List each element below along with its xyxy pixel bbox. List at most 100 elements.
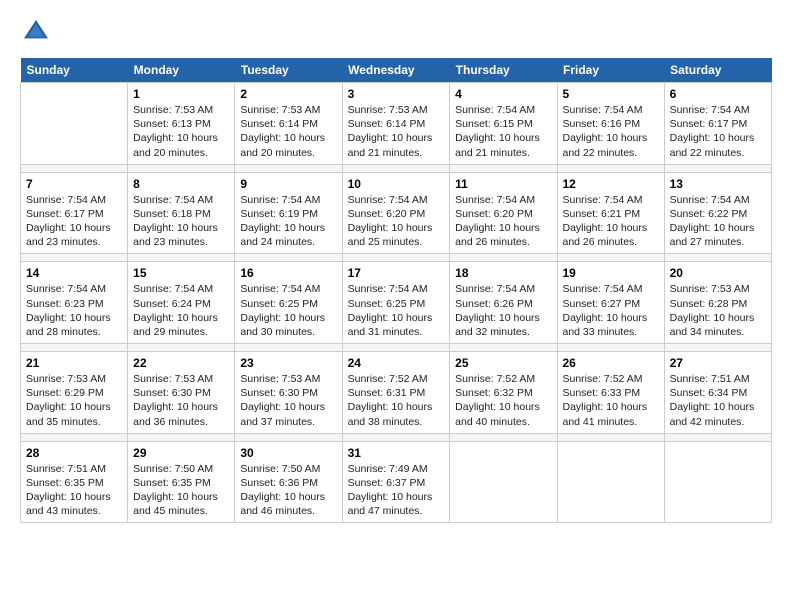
spacer-cell: [342, 344, 450, 352]
day-number: 15: [133, 266, 229, 280]
day-info: Sunrise: 7:54 AMSunset: 6:20 PMDaylight:…: [455, 193, 551, 250]
day-number: 31: [348, 446, 445, 460]
day-number: 19: [563, 266, 659, 280]
day-number: 3: [348, 87, 445, 101]
calendar-cell: 7Sunrise: 7:54 AMSunset: 6:17 PMDaylight…: [21, 172, 128, 254]
calendar-cell: [21, 83, 128, 165]
day-number: 23: [240, 356, 336, 370]
calendar-cell: 9Sunrise: 7:54 AMSunset: 6:19 PMDaylight…: [235, 172, 342, 254]
day-header-wednesday: Wednesday: [342, 58, 450, 83]
spacer-cell: [128, 433, 235, 441]
day-info: Sunrise: 7:54 AMSunset: 6:16 PMDaylight:…: [563, 103, 659, 160]
day-number: 24: [348, 356, 445, 370]
day-header-saturday: Saturday: [664, 58, 771, 83]
day-header-sunday: Sunday: [21, 58, 128, 83]
day-info: Sunrise: 7:54 AMSunset: 6:26 PMDaylight:…: [455, 282, 551, 339]
calendar-cell: 26 Sunrise: 7:52 AMSunset: 6:33 PMDayligh…: [557, 352, 664, 434]
calendar-cell: 19 Sunrise: 7:54 AMSunset: 6:27 PMDayligh…: [557, 262, 664, 344]
spacer-cell: [557, 344, 664, 352]
day-number: 17: [348, 266, 445, 280]
calendar-cell: 31Sunrise: 7:49 AMSunset: 6:37 PMDayligh…: [342, 441, 450, 523]
calendar-cell: 30 Sunrise: 7:50 AMSunset: 6:36 PMDayligh…: [235, 441, 342, 523]
spacer-row: [21, 254, 772, 262]
page-header: [20, 16, 772, 48]
logo: [20, 16, 56, 48]
day-number: 16: [240, 266, 336, 280]
spacer-row: [21, 164, 772, 172]
calendar-cell: 14 Sunrise: 7:54 AMSunset: 6:23 PMDayligh…: [21, 262, 128, 344]
day-number: 20: [670, 266, 766, 280]
day-header-tuesday: Tuesday: [235, 58, 342, 83]
day-info: Sunrise: 7:54 AMSunset: 6:22 PMDaylight:…: [670, 193, 766, 250]
calendar-cell: 18Sunrise: 7:54 AMSunset: 6:26 PMDayligh…: [450, 262, 557, 344]
spacer-cell: [450, 433, 557, 441]
calendar-cell: 23 Sunrise: 7:53 AMSunset: 6:30 PMDayligh…: [235, 352, 342, 434]
calendar-cell: 13 Sunrise: 7:54 AMSunset: 6:22 PMDayligh…: [664, 172, 771, 254]
calendar-cell: 1Sunrise: 7:53 AMSunset: 6:13 PMDaylight…: [128, 83, 235, 165]
logo-icon: [20, 16, 52, 48]
day-info: Sunrise: 7:54 AMSunset: 6:25 PMDaylight:…: [240, 282, 336, 339]
day-number: 28: [26, 446, 122, 460]
spacer-cell: [235, 254, 342, 262]
day-info: Sunrise: 7:54 AMSunset: 6:17 PMDaylight:…: [670, 103, 766, 160]
day-info: Sunrise: 7:54 AMSunset: 6:18 PMDaylight:…: [133, 193, 229, 250]
day-info: Sunrise: 7:50 AMSunset: 6:36 PMDaylight:…: [240, 462, 336, 519]
day-info: Sunrise: 7:54 AMSunset: 6:19 PMDaylight:…: [240, 193, 336, 250]
day-number: 10: [348, 177, 445, 191]
day-number: 7: [26, 177, 122, 191]
day-number: 26: [563, 356, 659, 370]
day-number: 25: [455, 356, 551, 370]
day-number: 29: [133, 446, 229, 460]
header-row: SundayMondayTuesdayWednesdayThursdayFrid…: [21, 58, 772, 83]
calendar-cell: 11 Sunrise: 7:54 AMSunset: 6:20 PMDayligh…: [450, 172, 557, 254]
calendar-cell: 22Sunrise: 7:53 AMSunset: 6:30 PMDayligh…: [128, 352, 235, 434]
day-number: 14: [26, 266, 122, 280]
day-info: Sunrise: 7:51 AMSunset: 6:35 PMDaylight:…: [26, 462, 122, 519]
day-info: Sunrise: 7:54 AMSunset: 6:24 PMDaylight:…: [133, 282, 229, 339]
day-number: 11: [455, 177, 551, 191]
day-number: 13: [670, 177, 766, 191]
spacer-cell: [450, 164, 557, 172]
calendar-cell: 10Sunrise: 7:54 AMSunset: 6:20 PMDayligh…: [342, 172, 450, 254]
day-header-friday: Friday: [557, 58, 664, 83]
spacer-cell: [128, 164, 235, 172]
day-number: 21: [26, 356, 122, 370]
day-info: Sunrise: 7:54 AMSunset: 6:27 PMDaylight:…: [563, 282, 659, 339]
day-header-monday: Monday: [128, 58, 235, 83]
day-info: Sunrise: 7:53 AMSunset: 6:14 PMDaylight:…: [240, 103, 336, 160]
week-row-5: 28 Sunrise: 7:51 AMSunset: 6:35 PMDayligh…: [21, 441, 772, 523]
day-info: Sunrise: 7:54 AMSunset: 6:23 PMDaylight:…: [26, 282, 122, 339]
day-info: Sunrise: 7:52 AMSunset: 6:33 PMDaylight:…: [563, 372, 659, 429]
spacer-cell: [21, 344, 128, 352]
day-number: 2: [240, 87, 336, 101]
calendar-cell: 16 Sunrise: 7:54 AMSunset: 6:25 PMDayligh…: [235, 262, 342, 344]
spacer-cell: [342, 164, 450, 172]
calendar-cell: 4Sunrise: 7:54 AMSunset: 6:15 PMDaylight…: [450, 83, 557, 165]
day-info: Sunrise: 7:53 AMSunset: 6:30 PMDaylight:…: [240, 372, 336, 429]
day-number: 30: [240, 446, 336, 460]
day-number: 12: [563, 177, 659, 191]
spacer-cell: [235, 433, 342, 441]
calendar-table: SundayMondayTuesdayWednesdayThursdayFrid…: [20, 58, 772, 523]
calendar-cell: 6Sunrise: 7:54 AMSunset: 6:17 PMDaylight…: [664, 83, 771, 165]
week-row-3: 14 Sunrise: 7:54 AMSunset: 6:23 PMDayligh…: [21, 262, 772, 344]
spacer-cell: [557, 254, 664, 262]
calendar-cell: 20Sunrise: 7:53 AMSunset: 6:28 PMDayligh…: [664, 262, 771, 344]
day-info: Sunrise: 7:54 AMSunset: 6:15 PMDaylight:…: [455, 103, 551, 160]
day-header-thursday: Thursday: [450, 58, 557, 83]
spacer-cell: [664, 433, 771, 441]
spacer-cell: [128, 344, 235, 352]
spacer-cell: [235, 344, 342, 352]
calendar-cell: 15 Sunrise: 7:54 AMSunset: 6:24 PMDayligh…: [128, 262, 235, 344]
spacer-cell: [664, 344, 771, 352]
calendar-cell: [664, 441, 771, 523]
calendar-cell: 8Sunrise: 7:54 AMSunset: 6:18 PMDaylight…: [128, 172, 235, 254]
calendar-cell: 24Sunrise: 7:52 AMSunset: 6:31 PMDayligh…: [342, 352, 450, 434]
day-number: 27: [670, 356, 766, 370]
day-info: Sunrise: 7:53 AMSunset: 6:29 PMDaylight:…: [26, 372, 122, 429]
week-row-1: 1Sunrise: 7:53 AMSunset: 6:13 PMDaylight…: [21, 83, 772, 165]
spacer-cell: [342, 254, 450, 262]
spacer-cell: [557, 164, 664, 172]
calendar-cell: 17Sunrise: 7:54 AMSunset: 6:25 PMDayligh…: [342, 262, 450, 344]
spacer-cell: [664, 164, 771, 172]
